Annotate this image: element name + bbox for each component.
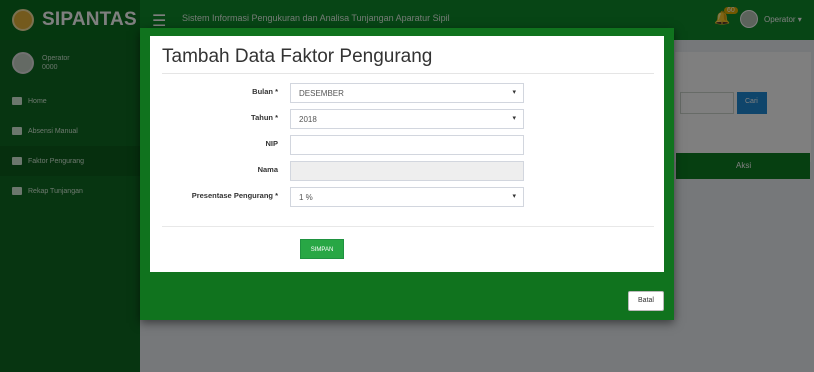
presentase-select[interactable]: 1 % ▾ (290, 187, 524, 207)
chevron-down-icon: ▾ (512, 193, 516, 200)
bulan-label: Bulan * (252, 87, 278, 96)
nip-label: NIP (265, 139, 278, 148)
nama-input (290, 161, 524, 181)
save-button[interactable]: SIMPAN (300, 239, 344, 259)
nama-row: Nama (150, 161, 664, 181)
presentase-value: 1 % (299, 193, 313, 202)
title-divider (162, 73, 654, 74)
nip-row: NIP (150, 135, 664, 155)
form-divider (162, 226, 654, 227)
modal-title: Tambah Data Faktor Pengurang (162, 46, 433, 67)
tahun-label: Tahun * (251, 113, 278, 122)
modal-body: Tambah Data Faktor Pengurang Bulan * DES… (150, 36, 664, 272)
bulan-row: Bulan * DESEMBER ▾ (150, 83, 664, 103)
chevron-down-icon: ▾ (512, 89, 516, 96)
bulan-select[interactable]: DESEMBER ▾ (290, 83, 524, 103)
tahun-value: 2018 (299, 115, 317, 124)
cancel-button[interactable]: Batal (628, 291, 664, 311)
tahun-select[interactable]: 2018 ▾ (290, 109, 524, 129)
chevron-down-icon: ▾ (512, 115, 516, 122)
nip-input[interactable] (290, 135, 524, 155)
presentase-row: Presentase Pengurang * 1 % ▾ (150, 187, 664, 207)
nama-label: Nama (257, 165, 278, 174)
bulan-value: DESEMBER (299, 89, 344, 98)
presentase-label: Presentase Pengurang * (191, 191, 278, 200)
tahun-row: Tahun * 2018 ▾ (150, 109, 664, 129)
add-faktor-pengurang-modal: Tambah Data Faktor Pengurang Bulan * DES… (140, 28, 674, 320)
